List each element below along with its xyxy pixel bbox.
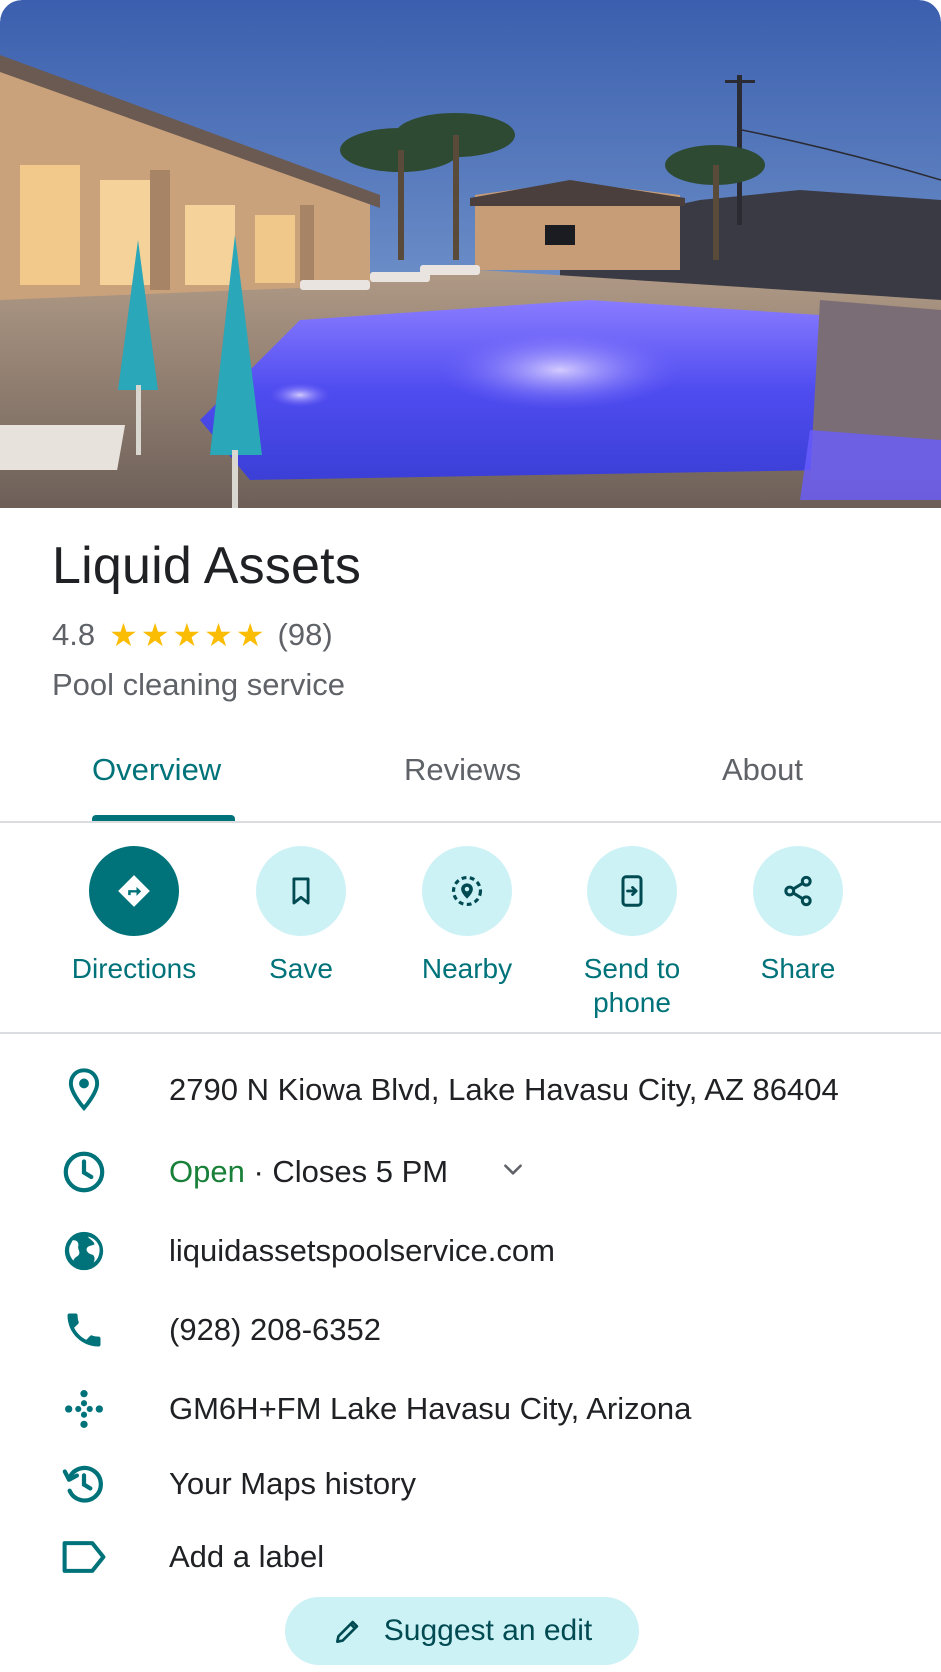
- history-icon: [57, 1460, 111, 1508]
- tab-overview[interactable]: Overview: [92, 752, 221, 788]
- globe-icon: [57, 1227, 111, 1275]
- send-to-phone-icon: [587, 846, 677, 936]
- directions-button[interactable]: Directions: [51, 846, 217, 986]
- action-bar: Directions Save Nearby Send to phone Sha…: [0, 846, 941, 1026]
- nearby-button[interactable]: Nearby: [384, 846, 550, 986]
- clock-icon: [57, 1148, 111, 1196]
- save-label: Save: [269, 953, 333, 984]
- open-status: Open: [169, 1154, 245, 1189]
- directions-label: Directions: [71, 953, 197, 984]
- add-label-row[interactable]: Add a label: [0, 1527, 941, 1587]
- place-title: Liquid Assets: [52, 537, 362, 595]
- divider: [0, 821, 941, 823]
- plus-code-icon: [57, 1385, 111, 1433]
- plus-code-row[interactable]: GM6H+FM Lake Havasu City, Arizona: [0, 1379, 941, 1439]
- closing-time: · Closes 5 PM: [244, 1154, 449, 1189]
- divider: [0, 1032, 941, 1034]
- address-row[interactable]: 2790 N Kiowa Blvd, Lake Havasu City, AZ …: [0, 1060, 941, 1120]
- directions-icon: [89, 846, 179, 936]
- add-label-text: Add a label: [169, 1539, 325, 1574]
- review-count: (98): [277, 617, 333, 652]
- label-tag-icon: [57, 1533, 111, 1581]
- address-text: 2790 N Kiowa Blvd, Lake Havasu City, AZ …: [169, 1072, 839, 1107]
- place-card: Liquid Assets 4.8 ★★★★★ (98) Pool cleani…: [0, 0, 941, 1672]
- location-pin-icon: [57, 1066, 111, 1114]
- rating-value: 4.8: [52, 617, 96, 652]
- send-to-phone-button[interactable]: Send to phone: [549, 846, 715, 1020]
- tab-bar: Overview Reviews About: [0, 740, 941, 822]
- star-rating-icon: ★★★★★: [109, 617, 268, 653]
- chevron-down-icon[interactable]: [500, 1156, 526, 1187]
- phone-icon: [57, 1306, 111, 1354]
- pencil-icon: [335, 1620, 359, 1643]
- nearby-icon: [422, 846, 512, 936]
- share-label: Share: [760, 953, 836, 984]
- save-button[interactable]: Save: [218, 846, 384, 986]
- share-button[interactable]: Share: [715, 846, 881, 986]
- plus-code-text: GM6H+FM Lake Havasu City, Arizona: [169, 1391, 692, 1426]
- phone-number[interactable]: (928) 208-6352: [169, 1312, 381, 1348]
- website-link[interactable]: liquidassetspoolservice.com: [169, 1233, 555, 1269]
- suggest-edit-button[interactable]: Suggest an edit: [285, 1597, 639, 1665]
- send-to-phone-label: Send to phone: [583, 953, 681, 1018]
- pool-photo-illustration: [0, 0, 941, 508]
- share-icon: [753, 846, 843, 936]
- hours-row[interactable]: Open · Closes 5 PM: [0, 1142, 941, 1202]
- maps-history-row[interactable]: Your Maps history: [0, 1454, 941, 1514]
- rating-row[interactable]: 4.8 ★★★★★ (98): [52, 616, 333, 654]
- place-photo[interactable]: [0, 0, 941, 508]
- maps-history-text: Your Maps history: [169, 1466, 416, 1501]
- phone-row[interactable]: (928) 208-6352: [0, 1300, 941, 1360]
- nearby-label: Nearby: [421, 953, 513, 984]
- place-category: Pool cleaning service: [52, 667, 345, 702]
- tab-about[interactable]: About: [722, 752, 803, 788]
- suggest-edit-label: Suggest an edit: [383, 1614, 593, 1647]
- bookmark-icon: [256, 846, 346, 936]
- tab-reviews[interactable]: Reviews: [404, 752, 521, 788]
- website-row[interactable]: liquidassetspoolservice.com: [0, 1221, 941, 1281]
- hours-text: Open · Closes 5 PM: [169, 1154, 448, 1190]
